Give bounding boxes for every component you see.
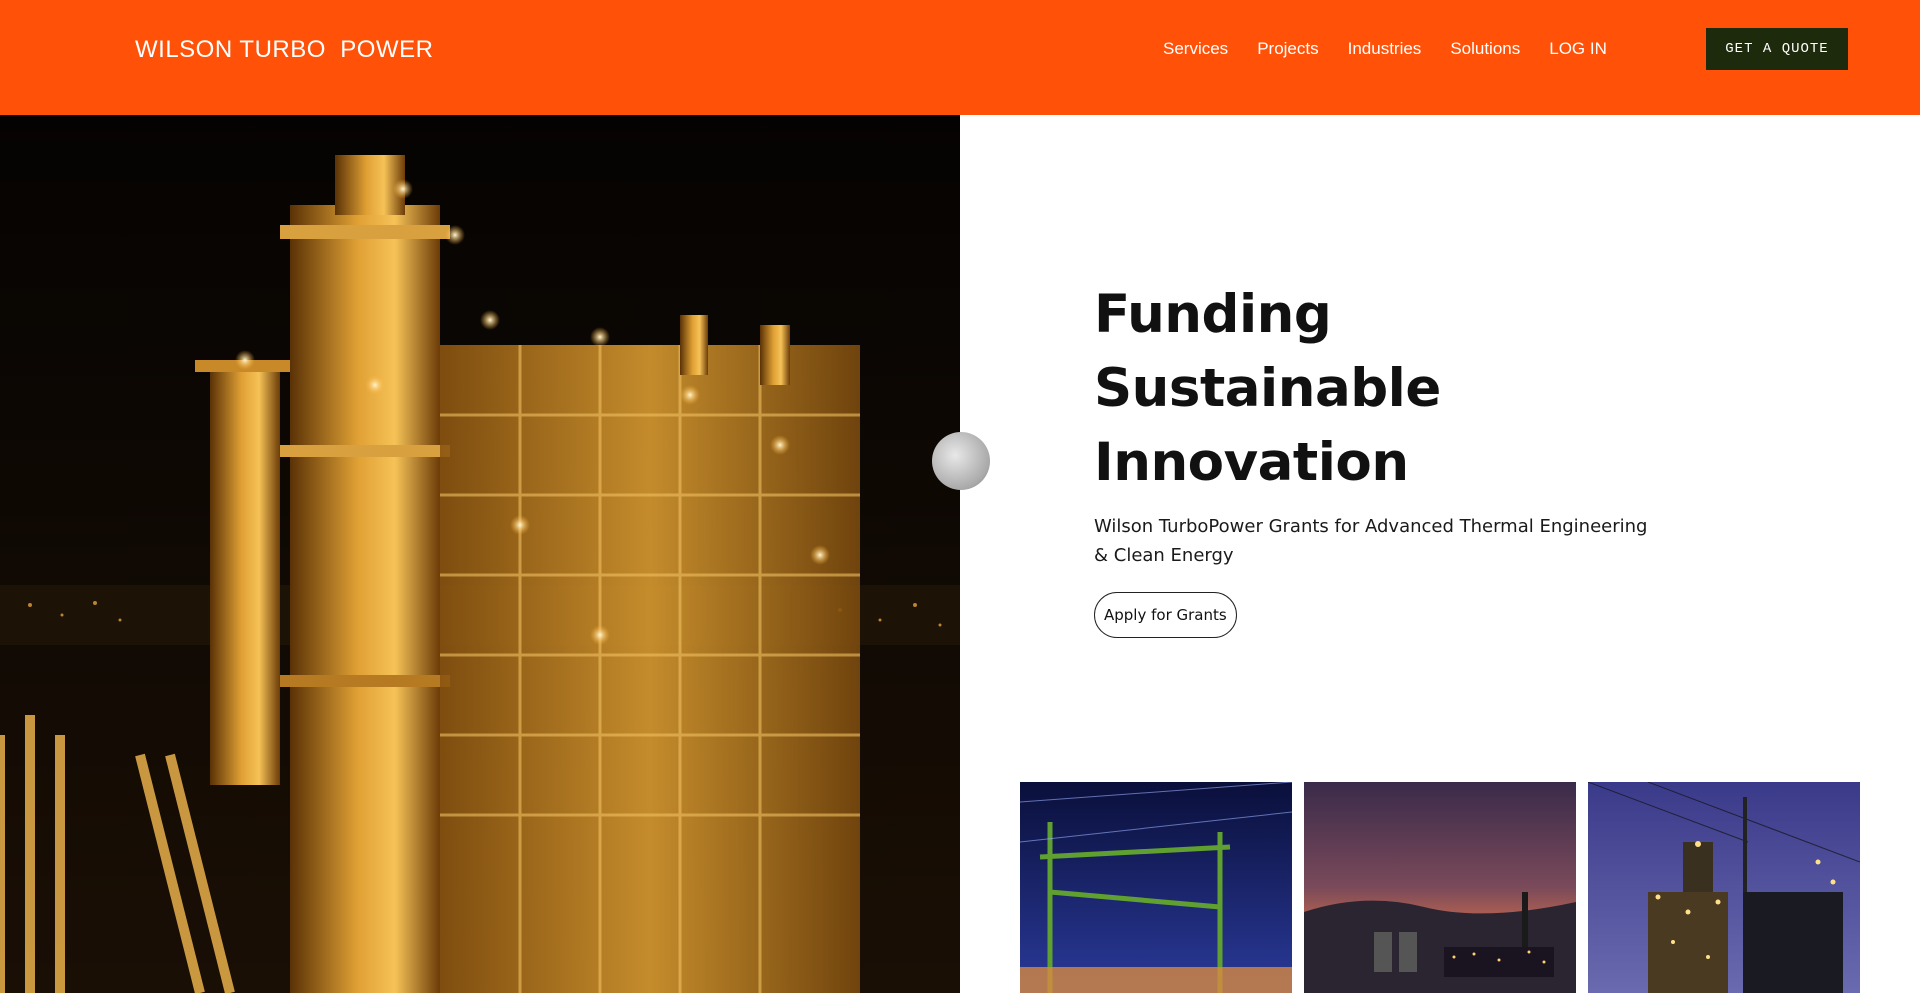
thumbnail-power-lines[interactable] [1020, 782, 1292, 993]
hero-subheadline: Wilson TurboPower Grants for Advanced Th… [1094, 516, 1648, 566]
nav-solutions[interactable]: Solutions [1450, 39, 1520, 59]
hero-power-plant-image [0, 115, 960, 993]
nav-login[interactable]: LOG IN [1549, 39, 1607, 59]
hero-headline: Funding Sustainable Innovation [1094, 284, 1441, 493]
thumbnail-refinery-night[interactable] [1588, 782, 1860, 993]
nav-projects[interactable]: Projects [1257, 39, 1318, 59]
hero-content: Funding Sustainable Innovation Wilson Tu… [1094, 278, 1694, 638]
nav-services[interactable]: Services [1163, 39, 1228, 59]
site-header: WILSON TURBO POWER Services Projects Ind… [0, 0, 1920, 115]
nav-industries[interactable]: Industries [1348, 39, 1422, 59]
apply-for-grants-button[interactable]: Apply for Grants [1094, 592, 1237, 638]
thumbnail-plant-dusk[interactable] [1304, 782, 1576, 993]
main-nav: Services Projects Industries Solutions L… [1163, 39, 1607, 59]
moon-image [932, 432, 990, 490]
site-logo[interactable]: WILSON TURBO POWER [135, 36, 433, 64]
get-a-quote-button[interactable]: GET A QUOTE [1706, 28, 1848, 70]
